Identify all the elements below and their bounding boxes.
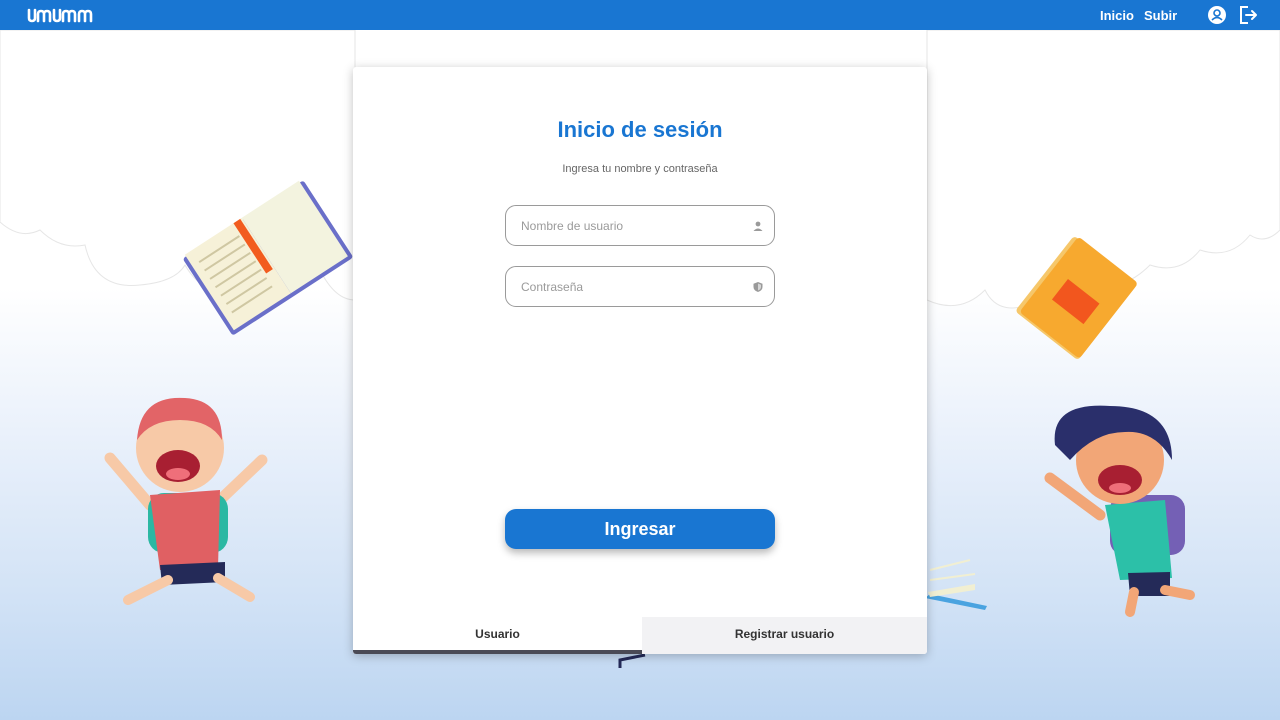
shield-icon <box>753 282 763 292</box>
password-input[interactable] <box>521 276 741 298</box>
login-title: Inicio de sesión <box>557 117 723 142</box>
logout-icon[interactable] <box>1238 5 1258 25</box>
kid-left <box>104 397 268 605</box>
username-input[interactable] <box>521 215 741 237</box>
login-subtitle: Ingresa tu nombre y contraseña <box>562 163 718 175</box>
logo[interactable] <box>26 6 96 24</box>
kid-right <box>1044 405 1195 617</box>
tab-registrar-usuario[interactable]: Registrar usuario <box>642 617 927 654</box>
nav-subir-link[interactable]: Subir <box>1144 8 1177 24</box>
ingresar-button[interactable]: Ingresar <box>505 509 775 549</box>
user-icon[interactable] <box>1207 5 1227 25</box>
username-field[interactable] <box>505 205 775 246</box>
figure-tail <box>618 653 646 668</box>
small-book-right <box>925 559 987 610</box>
tab-usuario[interactable]: Usuario <box>353 617 642 654</box>
password-field[interactable] <box>505 266 775 307</box>
login-card: Inicio de sesión Ingresa tu nombre y con… <box>353 67 927 654</box>
person-icon <box>753 221 763 231</box>
nav-inicio-link[interactable]: Inicio <box>1100 8 1134 24</box>
top-navbar: Inicio Subir <box>0 0 1280 30</box>
